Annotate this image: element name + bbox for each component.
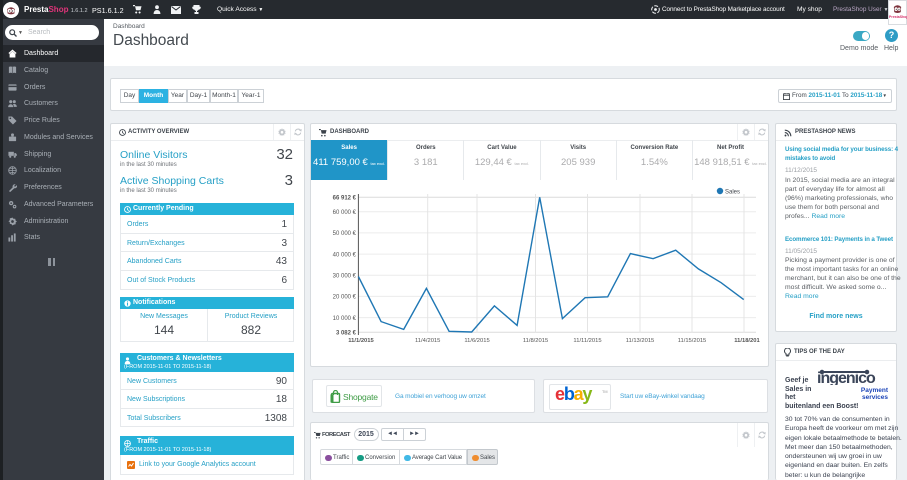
svg-text:11/6/2015: 11/6/2015 xyxy=(464,338,489,344)
svg-text:11/8/2015: 11/8/2015 xyxy=(523,338,548,344)
svg-text:11/4/2015: 11/4/2015 xyxy=(415,338,440,344)
svg-text:60 000 €: 60 000 € xyxy=(333,210,357,216)
svg-text:40 000 €: 40 000 € xyxy=(333,252,357,258)
svg-text:20 000 €: 20 000 € xyxy=(333,295,357,301)
svg-text:30 000 €: 30 000 € xyxy=(333,274,357,280)
svg-text:11/11/2015: 11/11/2015 xyxy=(573,338,601,344)
svg-text:50 000 €: 50 000 € xyxy=(333,231,357,237)
svg-text:3 082 €: 3 082 € xyxy=(336,330,357,336)
svg-text:Sales: Sales xyxy=(725,190,740,196)
svg-text:10 000 €: 10 000 € xyxy=(333,316,357,322)
svg-text:11/1/2015: 11/1/2015 xyxy=(348,338,374,344)
svg-text:11/18/201: 11/18/201 xyxy=(734,338,760,344)
svg-text:66 912 €: 66 912 € xyxy=(333,195,357,201)
svg-text:11/15/2015: 11/15/2015 xyxy=(678,338,707,344)
svg-text:11/13/2015: 11/13/2015 xyxy=(626,338,655,344)
